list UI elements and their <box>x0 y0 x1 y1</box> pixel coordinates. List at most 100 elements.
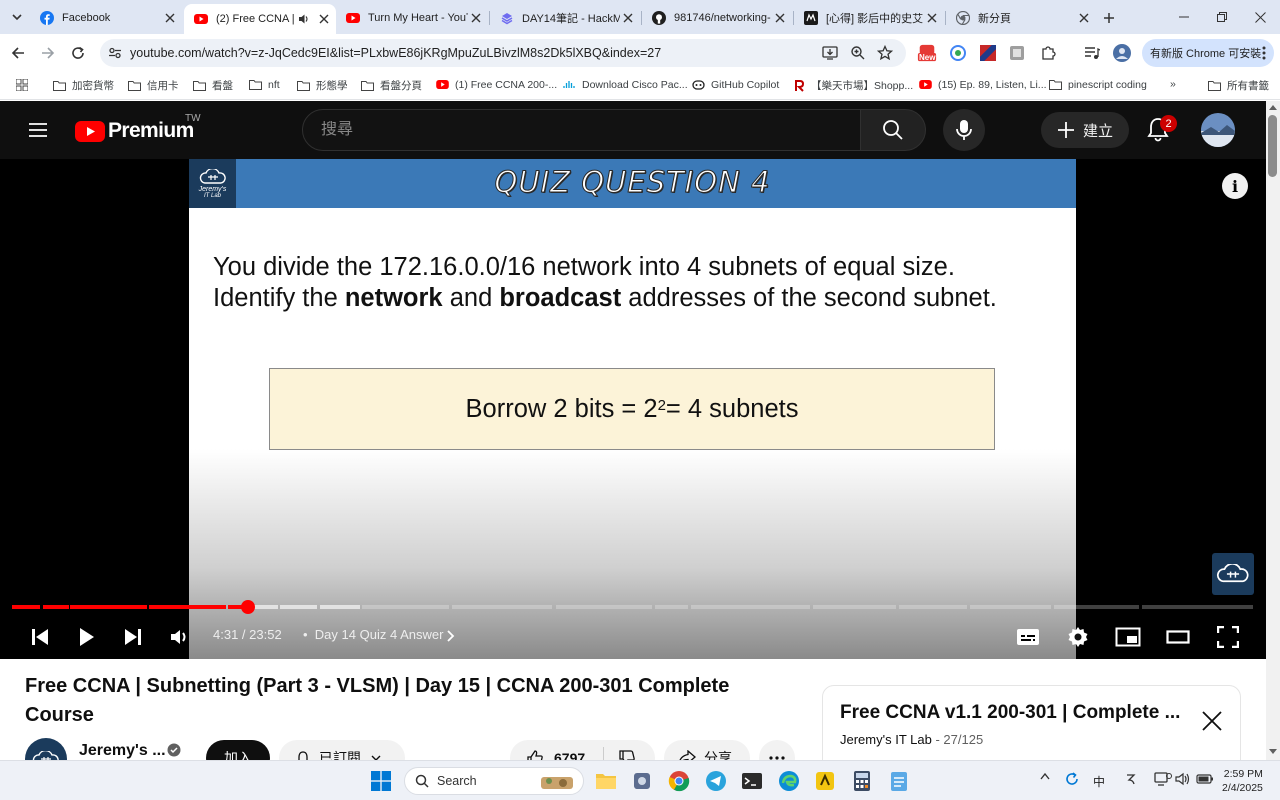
close-icon[interactable] <box>162 10 178 26</box>
next-button[interactable] <box>119 623 147 651</box>
bookmark-item[interactable]: Download Cisco Pac... <box>563 78 688 91</box>
playlist-title[interactable]: Free CCNA v1.1 200-301 | Complete ... <box>840 702 1185 724</box>
taskbar-telegram[interactable] <box>703 768 729 794</box>
channel-name[interactable]: Jeremy's ... <box>79 742 166 760</box>
chapter-segment[interactable] <box>43 605 69 609</box>
play-button[interactable] <box>73 623 101 651</box>
create-button[interactable]: 建立 <box>1041 112 1129 148</box>
chapter-segment[interactable] <box>1054 605 1139 609</box>
previous-button[interactable] <box>26 623 54 651</box>
forward-button[interactable] <box>36 41 60 65</box>
back-button[interactable] <box>6 41 30 65</box>
taskbar-file-explorer[interactable] <box>593 768 619 794</box>
page-scrollbar[interactable] <box>1266 101 1280 760</box>
minimize-button[interactable] <box>1170 6 1198 28</box>
chapter-segment[interactable] <box>813 605 896 609</box>
bookmark-star-icon[interactable] <box>877 45 893 61</box>
chapter-segment[interactable] <box>970 605 1051 609</box>
close-icon[interactable] <box>468 10 484 26</box>
search-box[interactable] <box>302 109 861 151</box>
taskbar-edge[interactable] <box>776 768 802 794</box>
chapter-segment[interactable] <box>70 605 147 609</box>
tab-new-tab[interactable]: 新分頁 <box>946 4 1096 32</box>
subtitles-button[interactable] <box>1014 623 1042 651</box>
bookmark-item[interactable]: 形態學 <box>297 78 348 93</box>
bookmark-item[interactable]: nft <box>249 78 280 91</box>
more-vertical-icon[interactable] <box>1262 46 1266 60</box>
bookmark-item[interactable]: 看盤分頁 <box>361 78 422 93</box>
bookmark-item[interactable]: (1) Free CCNA 200-... <box>436 78 557 91</box>
chapter-segment[interactable] <box>655 605 688 609</box>
start-button[interactable] <box>368 768 394 794</box>
bookmarks-overflow[interactable]: » <box>1170 78 1176 90</box>
chapter-title[interactable]: • Day 14 Quiz 4 Answer <box>303 627 455 642</box>
tab-article[interactable]: [心得] 影后中的史艾 <box>794 4 944 32</box>
extensions-puzzle-icon[interactable] <box>1038 43 1058 63</box>
settings-button[interactable] <box>1064 623 1092 651</box>
tray-network-icon[interactable] <box>1154 772 1172 786</box>
bookmark-item[interactable]: 加密貨幣 <box>53 78 114 93</box>
reload-button[interactable] <box>66 41 90 65</box>
new-tab-button[interactable] <box>1098 7 1120 29</box>
search-input[interactable] <box>321 121 821 139</box>
chapter-segment[interactable] <box>556 605 652 609</box>
taskbar-calculator[interactable] <box>849 768 875 794</box>
site-info-icon[interactable] <box>108 46 122 60</box>
search-button[interactable] <box>860 109 926 151</box>
taskbar-app-2[interactable] <box>812 768 838 794</box>
all-bookmarks[interactable]: 所有書籤 <box>1208 78 1269 93</box>
voice-search-button[interactable] <box>943 109 985 151</box>
close-icon[interactable] <box>1076 10 1092 26</box>
extension-google-lens-icon[interactable] <box>948 43 968 63</box>
miniplayer-button[interactable] <box>1114 623 1142 651</box>
chapter-segment[interactable] <box>362 605 449 609</box>
taskbar-terminal[interactable] <box>739 768 765 794</box>
system-clock[interactable]: 2:59 PM 2/4/2025 <box>1222 767 1263 795</box>
bookmark-item[interactable]: 信用卡 <box>128 78 179 93</box>
tray-sync-icon[interactable] <box>1064 771 1080 787</box>
channel-watermark[interactable] <box>1212 553 1254 595</box>
tab-youtube-active[interactable]: (2) Free CCNA | S <box>184 4 336 34</box>
extension-flag-icon[interactable] <box>978 43 998 63</box>
bookmark-item[interactable]: (15) Ep. 89, Listen, Li... <box>919 78 1047 91</box>
tab-github[interactable]: 981746/networking- <box>642 4 792 32</box>
tray-battery-icon[interactable] <box>1196 773 1214 785</box>
restore-button[interactable] <box>1208 6 1236 28</box>
taskbar-app-1[interactable] <box>629 768 655 794</box>
taskbar-search[interactable]: Search <box>404 767 584 795</box>
close-icon[interactable] <box>924 10 940 26</box>
close-playlist-button[interactable] <box>1201 710 1225 734</box>
chapter-segment[interactable] <box>280 605 317 609</box>
address-bar[interactable]: youtube.com/watch?v=z-JqCedc9EI&list=PLx… <box>100 39 906 67</box>
scrollbar-thumb[interactable] <box>1268 115 1277 177</box>
tab-search-button[interactable] <box>6 6 28 28</box>
tray-volume-icon[interactable] <box>1175 772 1191 786</box>
account-avatar[interactable] <box>1201 113 1235 147</box>
chapter-segment[interactable] <box>320 605 360 609</box>
chrome-update-button[interactable]: 有新版 Chrome 可安裝 <box>1142 39 1274 67</box>
ime-indicator[interactable]: 中 <box>1093 773 1105 790</box>
install-app-icon[interactable] <box>822 45 838 61</box>
playlist-channel[interactable]: Jeremy's IT Lab <box>840 732 932 747</box>
volume-button[interactable] <box>166 623 194 651</box>
profile-avatar-icon[interactable] <box>1112 43 1132 63</box>
tray-overflow-icon[interactable] <box>1040 772 1050 780</box>
chapter-segment[interactable] <box>691 605 810 609</box>
media-controls-icon[interactable] <box>1082 43 1102 63</box>
speaker-icon[interactable] <box>296 11 312 27</box>
fullscreen-button[interactable] <box>1214 623 1242 651</box>
progress-bar[interactable] <box>12 605 1253 609</box>
video-player[interactable]: Jeremy's IT Lab QUIZ QUESTION 4 You divi… <box>0 159 1266 659</box>
info-icon[interactable]: i <box>1222 173 1248 199</box>
tray-ime-mode-icon[interactable] <box>1124 772 1138 786</box>
close-window-button[interactable] <box>1246 6 1274 28</box>
taskbar-notepad[interactable] <box>886 768 912 794</box>
close-icon[interactable] <box>772 10 788 26</box>
extension-new-icon[interactable]: New <box>917 43 937 63</box>
tab-youtube-music[interactable]: Turn My Heart - YouT <box>336 4 488 32</box>
theater-mode-button[interactable] <box>1164 623 1192 651</box>
chapter-segment[interactable] <box>149 605 226 609</box>
chapter-segment[interactable] <box>452 605 552 609</box>
scrubber-handle[interactable] <box>240 600 255 614</box>
bookmark-item[interactable]: pinescript coding <box>1049 78 1147 91</box>
